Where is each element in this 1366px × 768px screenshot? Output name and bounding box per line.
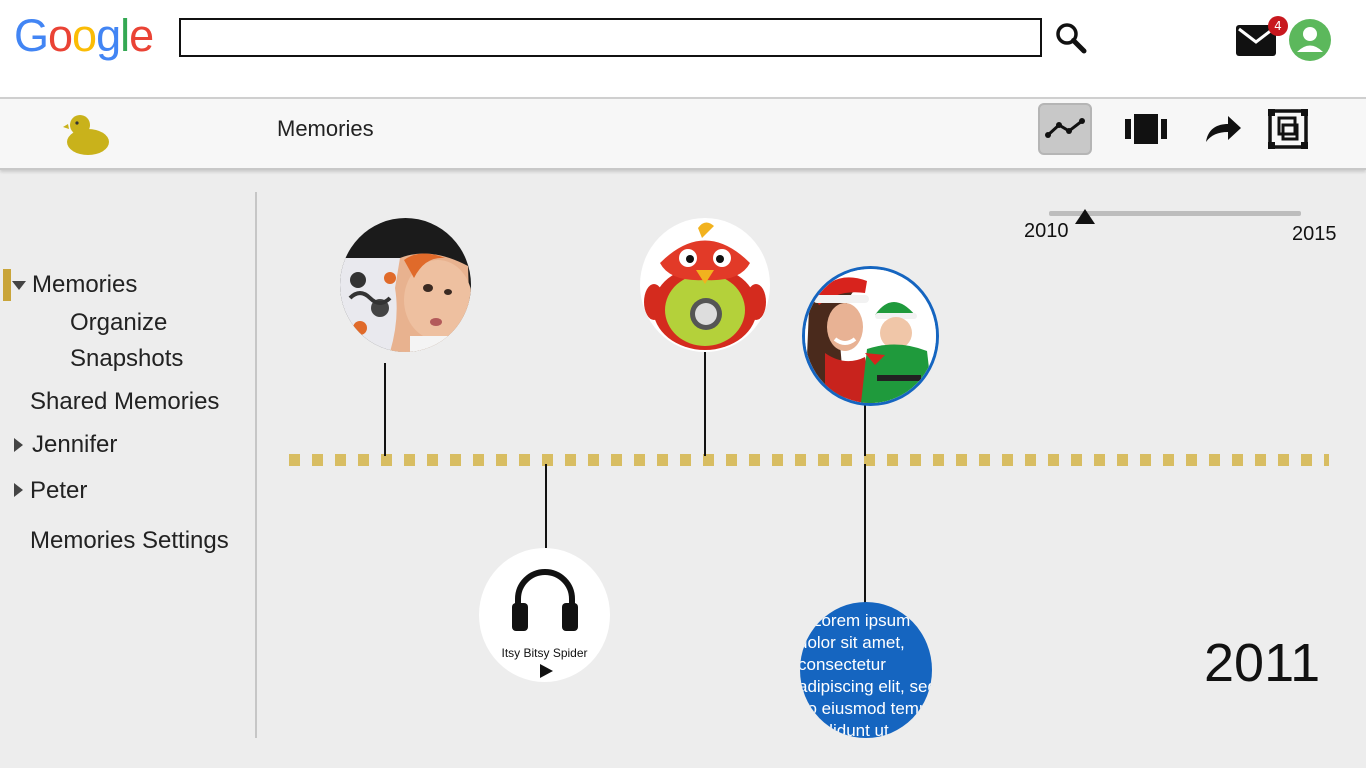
mother-and-baby-photo-image: [805, 269, 936, 403]
duck-icon: [63, 115, 109, 155]
timeline-axis: [289, 454, 1329, 466]
logo-letter: e: [129, 10, 154, 61]
logo-letter: o: [72, 10, 97, 61]
fullscreen-icon: [1268, 109, 1308, 149]
logo-letter: o: [48, 10, 73, 61]
sidebar-divider: [255, 192, 257, 738]
app-bar: Memories: [0, 97, 1366, 170]
sidebar-item-snapshots[interactable]: Snapshots: [70, 345, 183, 373]
sidebar-item-memories[interactable]: Memories: [32, 271, 137, 299]
range-end-label: 2015: [1292, 223, 1337, 245]
carousel-view-icon: [1125, 114, 1167, 144]
timeline-stem: [384, 363, 386, 456]
share-icon: [1206, 116, 1241, 142]
mail-badge: 4: [1268, 16, 1288, 36]
timeline-stem: [864, 464, 866, 604]
note-text: Lorem ipsum dolor sit amet, consectetur …: [800, 611, 932, 738]
search-input[interactable]: [179, 18, 1042, 57]
sidebar-item-memories-settings[interactable]: Memories Settings: [30, 527, 229, 555]
app-title: Memories: [277, 116, 374, 141]
fullscreen-button[interactable]: [1261, 103, 1315, 155]
timeline-stem: [704, 352, 706, 456]
selected-item-marker: [3, 269, 11, 301]
audio-memory-card[interactable]: Itsy Bitsy Spider: [479, 548, 610, 682]
baby-photo-image: [340, 218, 471, 352]
google-logo[interactable]: Google: [14, 10, 154, 62]
audio-title: Itsy Bitsy Spider: [501, 646, 588, 660]
logo-letter: l: [120, 10, 130, 61]
sidebar-item-jennifer[interactable]: Jennifer: [32, 431, 117, 459]
carousel-view-button[interactable]: [1119, 103, 1173, 155]
top-bar: Google 4: [0, 0, 1366, 97]
expand-down-icon[interactable]: [12, 281, 26, 290]
share-button[interactable]: [1196, 103, 1250, 155]
toy-bird-photo-image: [640, 218, 770, 352]
headphones-icon: [512, 569, 578, 631]
sidebar-item-peter[interactable]: Peter: [30, 477, 87, 505]
toy-bird-photo[interactable]: [640, 218, 770, 352]
play-icon[interactable]: [538, 663, 554, 679]
duck-app-icon[interactable]: [63, 111, 113, 157]
account-avatar[interactable]: [1289, 19, 1331, 61]
logo-letter: G: [14, 10, 49, 61]
mother-and-baby-photo[interactable]: [802, 266, 939, 406]
timeline-view-icon: [1045, 118, 1085, 138]
timeline-stem: [545, 464, 547, 548]
baby-photo[interactable]: [340, 218, 471, 352]
timeline-stem: [864, 405, 866, 456]
timeline-view-button[interactable]: [1038, 103, 1092, 155]
search-button[interactable]: [1052, 20, 1092, 56]
current-year-label: 2011: [1204, 633, 1321, 693]
note-memory-card[interactable]: Lorem ipsum dolor sit amet, consectetur …: [800, 602, 932, 738]
range-start-label: 2010: [1024, 220, 1069, 242]
logo-letter: g: [96, 10, 121, 61]
sidebar-item-organize[interactable]: Organize: [70, 309, 167, 337]
account-avatar-icon: [1289, 19, 1331, 61]
expand-right-icon[interactable]: [14, 438, 23, 452]
year-range-thumb[interactable]: [1075, 209, 1095, 224]
expand-right-icon[interactable]: [14, 483, 23, 497]
sidebar-item-shared-memories[interactable]: Shared Memories: [30, 388, 219, 416]
search-icon: [1056, 23, 1087, 54]
